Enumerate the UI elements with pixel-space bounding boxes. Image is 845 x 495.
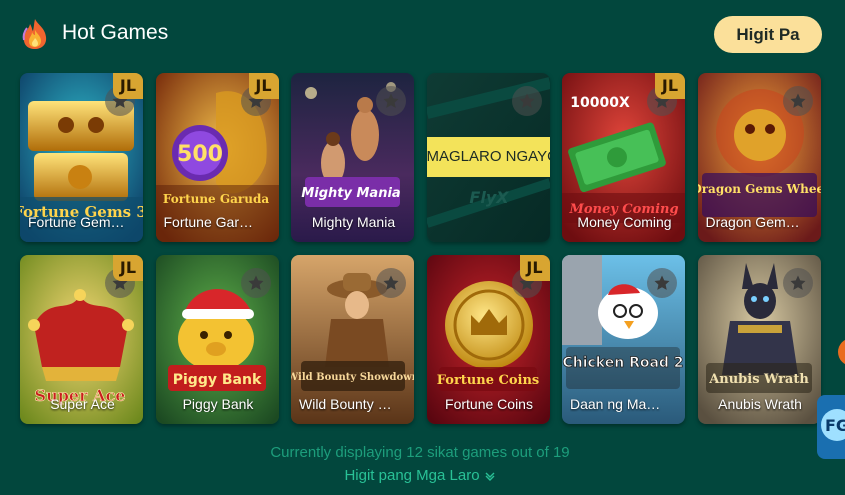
game-logo-text: Mighty Mania [301, 186, 400, 201]
game-name: Fortune Coins [445, 396, 533, 412]
more-games-link[interactable]: Higit pang Mga Laro [0, 467, 840, 486]
jl-badge: JL [655, 73, 685, 99]
favorite-star-icon[interactable] [376, 268, 406, 298]
game-logo-text: Wild Bounty Showdown [291, 372, 414, 383]
game-card[interactable]: Chicken Road 2 Daan ng Ma… [562, 255, 685, 424]
game-name: Fortune Gar… [163, 214, 253, 230]
jl-badge: JL [248, 73, 279, 99]
favorite-star-icon[interactable] [647, 268, 677, 298]
game-card[interactable]: FlyX MAGLARO NGAYON [426, 73, 550, 242]
game-card[interactable]: Fortune Coins JL Fortune Coins [426, 255, 550, 424]
floating-promo-icon[interactable]: FG [817, 395, 845, 459]
game-card[interactable]: Mighty Mania Mighty Mania [291, 73, 414, 242]
game-art-text: 10000X [570, 95, 630, 111]
section-header: Hot Games Higit Pa [0, 0, 845, 68]
favorite-star-icon[interactable] [782, 268, 813, 298]
section-title: Hot Games [62, 21, 169, 44]
game-card[interactable]: 500 Fortune Garuda JL Fortune Gar… [155, 73, 279, 242]
game-logo-text: Chicken Road 2 [562, 355, 683, 371]
svg-text:FG: FG [825, 416, 845, 435]
game-name: Anubis Wrath [718, 396, 802, 412]
game-logo-text: Dragon Gems Wheel [698, 182, 821, 196]
more-games-label: Higit pang Mga Laro [344, 467, 480, 484]
game-card[interactable]: Wild Bounty Showdown Wild Bounty … [291, 255, 414, 424]
favorite-star-icon[interactable] [782, 86, 813, 116]
game-logo-text: Fortune Coins [436, 373, 538, 388]
game-name: Super Ace [50, 396, 115, 412]
jl-badge: JL [113, 73, 143, 99]
game-name: Mighty Mania [311, 214, 396, 230]
game-card[interactable]: Anubis Wrath Anubis Wrath [697, 255, 821, 424]
game-name: Daan ng Ma… [570, 396, 661, 412]
game-grid: Fortune Gems 3 JL Fortune Gem… 500 Fortu… [20, 73, 821, 424]
svg-text:FlyX: FlyX [469, 188, 509, 207]
jl-badge: JL [519, 255, 550, 281]
game-name: Wild Bounty … [299, 396, 392, 412]
game-name: Fortune Gem… [28, 214, 125, 230]
game-logo-text: Anubis Wrath [708, 372, 809, 387]
game-card[interactable]: Super Ace JL Super Ace [20, 255, 143, 424]
fire-icon [20, 18, 50, 50]
favorite-star-icon[interactable] [376, 86, 406, 116]
display-count-text: Currently displaying 12 sikat games out … [270, 444, 570, 461]
game-name: Dragon Gem… [705, 214, 800, 230]
game-name: Piggy Bank [182, 396, 254, 412]
game-logo-text: Piggy Bank [172, 372, 261, 388]
play-now-banner[interactable]: MAGLARO NGAYON [426, 137, 550, 177]
game-name: Money Coming [577, 214, 672, 230]
game-card[interactable]: Fortune Gems 3 JL Fortune Gem… [20, 73, 143, 242]
game-card[interactable]: 10000X Money Coming JL Money Coming [562, 73, 685, 242]
game-card[interactable]: Dragon Gems Wheel Dragon Gem… [697, 73, 821, 242]
jl-badge: JL [113, 255, 143, 281]
game-art-text: 500 [177, 142, 223, 167]
favorite-star-icon[interactable] [240, 268, 271, 298]
game-logo-text: Fortune Garuda [162, 192, 268, 206]
side-widget-tab[interactable] [838, 338, 845, 366]
chevron-down-icon [484, 469, 496, 486]
game-card[interactable]: Piggy Bank Piggy Bank [155, 255, 279, 424]
more-button[interactable]: Higit Pa [714, 16, 822, 53]
favorite-star-icon[interactable] [511, 86, 542, 116]
